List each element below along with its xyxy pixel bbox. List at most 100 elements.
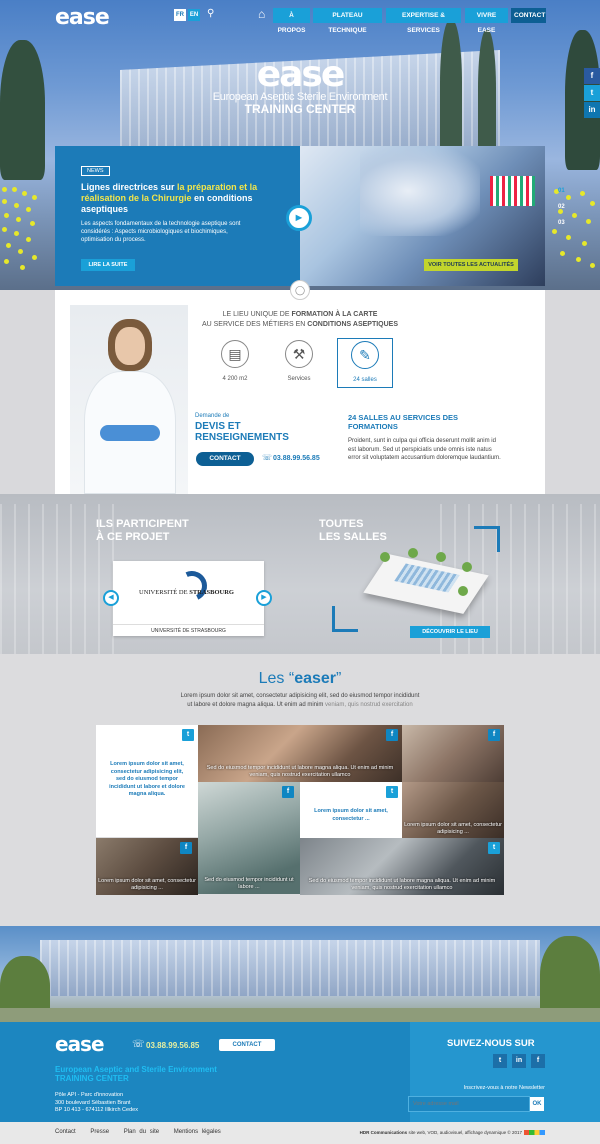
social-tile[interactable]: Lorem ipsum dolor sit amet, consectetur … bbox=[402, 782, 504, 839]
home-icon[interactable]: ⌂ bbox=[258, 7, 270, 21]
phone-icon: ☏ bbox=[262, 453, 273, 462]
tile-text: Lorem ipsum dolor sit amet, consectetur … bbox=[404, 822, 502, 835]
social-tile[interactable]: f bbox=[402, 725, 504, 782]
devis-small: Demande de bbox=[195, 413, 230, 419]
news-title-start: Lignes directrices sur bbox=[81, 182, 178, 192]
frame-corner bbox=[332, 606, 358, 632]
tile-text: Sed do eiusmod tempor incididunt ut labo… bbox=[308, 878, 496, 891]
devis-contact-button[interactable]: CONTACT bbox=[196, 452, 254, 466]
linkedin-icon[interactable]: in bbox=[512, 1054, 526, 1068]
social-tile[interactable]: t Lorem ipsum dolor sit amet, consectetu… bbox=[96, 725, 198, 837]
link-plan[interactable]: Plan du site bbox=[124, 1129, 159, 1135]
unistra-logo-pre: UNIVERSITÉ DE bbox=[139, 589, 190, 596]
footer-logo[interactable]: ease bbox=[55, 1032, 105, 1056]
facebook-icon: f bbox=[386, 729, 398, 741]
building-facade bbox=[40, 940, 540, 996]
clipboard-icon: ✎ bbox=[351, 341, 379, 369]
link-presse[interactable]: Presse bbox=[90, 1129, 109, 1135]
site-logo[interactable]: ease bbox=[55, 5, 110, 30]
slider-pager: 01 02 03 bbox=[558, 183, 565, 231]
partners-title: ILS PARTICIPENT À CE PROJET bbox=[96, 518, 189, 544]
nav-contact[interactable]: CONTACT bbox=[511, 8, 546, 23]
social-tile[interactable]: f Sed do eiusmod tempor incididunt ut la… bbox=[198, 725, 402, 782]
stat-services: ⚒ Services bbox=[271, 338, 327, 388]
model-tree bbox=[436, 552, 446, 562]
scroll-mouse-icon[interactable]: ◯ bbox=[290, 280, 310, 300]
twitter-icon[interactable]: t bbox=[493, 1054, 507, 1068]
footer-contact-button[interactable]: CONTACT bbox=[219, 1039, 275, 1051]
partner-prev-icon[interactable]: ◀ bbox=[103, 590, 119, 606]
stat-salles[interactable]: ✎ 24 salles bbox=[337, 338, 393, 388]
social-tile[interactable]: f Sed do eiusmod tempor incididunt ut la… bbox=[198, 782, 300, 894]
pager-01[interactable]: 01 bbox=[558, 183, 565, 199]
nav-a-propos[interactable]: À PROPOS bbox=[273, 8, 310, 34]
news-badge: NEWS bbox=[81, 166, 110, 176]
toutes-title: TOUTES LES SALLES bbox=[319, 518, 387, 544]
scientist-photo bbox=[70, 305, 188, 494]
partners-title-1: ILS PARTICIPENT bbox=[96, 518, 189, 530]
link-contact[interactable]: Contact bbox=[55, 1129, 76, 1135]
nav-vivre-ease[interactable]: VIVRE EASE bbox=[465, 8, 508, 34]
lab-worker-image bbox=[360, 146, 480, 236]
newsletter-email-input[interactable] bbox=[408, 1096, 530, 1112]
intro-heading: LE LIEU UNIQUE DE FORMATION À LA CARTE A… bbox=[190, 310, 410, 330]
link-mentions[interactable]: Mentions légales bbox=[174, 1129, 221, 1135]
social-tile[interactable]: t Lorem ipsum dolor sit amet, consectetu… bbox=[300, 782, 402, 839]
scientist-gloves bbox=[100, 425, 160, 441]
linkedin-icon[interactable]: in bbox=[584, 102, 600, 118]
facebook-icon[interactable]: f bbox=[584, 68, 600, 84]
intro-line2: AU SERVICE DES MÉTIERS EN bbox=[201, 321, 308, 328]
social-tile[interactable]: t Sed do eiusmod tempor incididunt ut la… bbox=[300, 838, 504, 895]
twitter-icon[interactable]: t bbox=[584, 85, 600, 101]
easer-intro: Lorem ipsum dolor sit amet, consectetur … bbox=[130, 692, 470, 710]
easer-title-pre: Les “ bbox=[258, 670, 295, 687]
all-news-button[interactable]: VOIR TOUTES LES ACTUALITÉS bbox=[424, 259, 518, 271]
newsletter-ok-button[interactable]: OK bbox=[530, 1097, 544, 1111]
partner-next-icon[interactable]: ▶ bbox=[256, 590, 272, 606]
easer-title: Les “easer” bbox=[0, 670, 600, 688]
stat-surface: ▤ 4 200 m2 bbox=[207, 338, 263, 388]
social-tile[interactable]: f Lorem ipsum dolor sit amet, consectetu… bbox=[96, 838, 198, 895]
facebook-icon: f bbox=[488, 729, 500, 741]
follow-us-title: SUIVEZ-NOUS SUR bbox=[447, 1038, 535, 1049]
unistra-logo-swoosh bbox=[172, 566, 212, 606]
address-line-3: BP 10 413 - 674112 Illkirch Cedex bbox=[55, 1107, 138, 1113]
slider-next-icon[interactable]: ► bbox=[286, 205, 312, 231]
tools-icon: ⚒ bbox=[285, 340, 313, 368]
devis-phone[interactable]: 03.88.99.56.85 bbox=[273, 455, 320, 462]
partner-card[interactable]: UNIVERSITÉ DE STRASBOURG UNIVERSITÉ DE S… bbox=[113, 561, 264, 636]
footer-phone[interactable]: 03.88.99.56.85 bbox=[146, 1041, 199, 1050]
pager-03[interactable]: 03 bbox=[558, 215, 565, 231]
hdr-logo[interactable] bbox=[524, 1130, 545, 1135]
lawn bbox=[0, 1008, 600, 1022]
footer-brand-1: European Aseptic and Sterile Environment bbox=[55, 1065, 217, 1074]
nav-expertise-services[interactable]: EXPERTISE & SERVICES bbox=[386, 8, 461, 34]
pager-02[interactable]: 02 bbox=[558, 199, 565, 215]
twitter-icon: t bbox=[488, 842, 500, 854]
search-icon[interactable]: ⚲ bbox=[207, 8, 214, 19]
facebook-icon: f bbox=[180, 842, 192, 854]
nav-plateau-technique[interactable]: PLATEAU TECHNIQUE bbox=[313, 8, 382, 34]
tree bbox=[0, 40, 45, 180]
read-more-button[interactable]: LIRE LA SUITE bbox=[81, 259, 135, 271]
lang-en[interactable]: EN bbox=[188, 9, 200, 21]
facebook-icon[interactable]: f bbox=[531, 1054, 545, 1068]
news-title[interactable]: Lignes directrices sur la préparation et… bbox=[81, 182, 261, 215]
stat-salles-label: 24 salles bbox=[353, 377, 377, 383]
intro-line1: LE LIEU UNIQUE DE bbox=[222, 311, 292, 318]
devis-title-2: RENSEIGNEMENTS bbox=[195, 432, 289, 443]
partners-title-2: À CE PROJET bbox=[96, 531, 170, 543]
credit-bold[interactable]: HDR Communications bbox=[360, 1130, 408, 1135]
twitter-icon: t bbox=[182, 729, 194, 741]
tile-text: Lorem ipsum dolor sit amet, consectetur … bbox=[98, 878, 196, 891]
building-model-image[interactable] bbox=[363, 548, 489, 614]
hero-title: ease European Aseptic Sterile Environmen… bbox=[200, 54, 400, 116]
stat-surface-label: 4 200 m2 bbox=[222, 376, 248, 382]
phone-icon: ☏ bbox=[132, 1039, 145, 1050]
discover-place-button[interactable]: DÉCOUVRIR LE LIEU bbox=[410, 626, 490, 638]
model-tree bbox=[380, 552, 390, 562]
devis-title: DEVIS ET RENSEIGNEMENTS bbox=[195, 421, 289, 443]
hero-logo: ease bbox=[256, 54, 346, 95]
lang-fr[interactable]: FR bbox=[174, 9, 186, 21]
twitter-icon: t bbox=[386, 786, 398, 798]
